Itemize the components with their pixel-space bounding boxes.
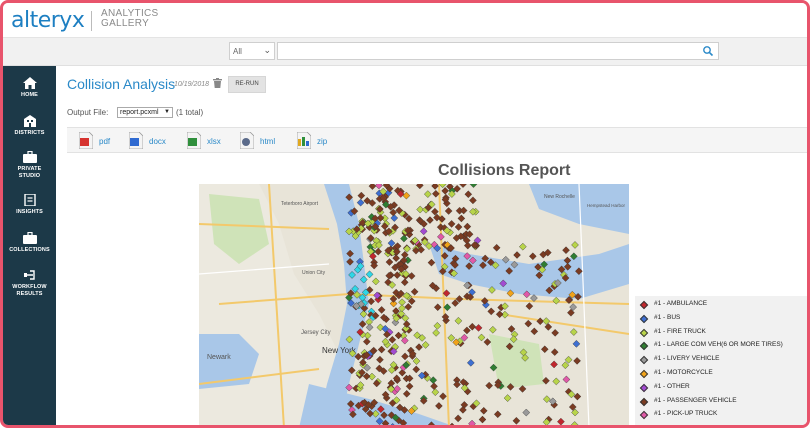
sidebar-item-private-studio[interactable]: PRIVATE STUDIO <box>3 151 56 180</box>
gallery-wordmark: ANALYTICS GALLERY <box>101 9 159 29</box>
download-label: xlsx <box>207 137 221 146</box>
download-html[interactable]: html <box>240 132 288 150</box>
search-icon[interactable] <box>702 45 714 57</box>
legend-label: #1 - PASSENGER VEHICLE <box>654 396 737 404</box>
collision-map[interactable]: Teterboro Airport Union City Jersey City… <box>199 184 629 425</box>
legend-swatch <box>639 342 649 351</box>
search-bar: All ⌄ <box>3 38 807 66</box>
app-window: alteryx ANALYTICS GALLERY All ⌄ HOME DIS… <box>0 0 810 428</box>
pdf-file-icon <box>79 132 93 149</box>
download-label: docx <box>149 137 166 146</box>
sidebar-item-label: HOME <box>21 92 38 98</box>
legend-swatch <box>639 355 649 365</box>
sidebar-item-collections[interactable]: COLLECTIONS <box>3 232 56 254</box>
output-file-label: Output File: <box>67 108 109 117</box>
output-count: (1 total) <box>176 108 204 117</box>
sidebar: HOME DISTRICTS PRIVATE STUDIO INSIGHTS C… <box>3 66 56 425</box>
map-label-newark: Newark <box>207 354 231 361</box>
legend-label: #1 - PICK-UP TRUCK <box>654 410 718 418</box>
search-scope-value: All <box>233 47 242 56</box>
legend-swatch <box>639 300 649 310</box>
legend-label: #1 - FIRE TRUCK <box>654 327 706 335</box>
output-file-value: report.pcxml <box>120 109 159 116</box>
sidebar-item-label-line1: PRIVATE <box>17 166 42 172</box>
logo-divider <box>91 11 92 31</box>
home-icon <box>22 77 37 89</box>
sidebar-item-insights[interactable]: INSIGHTS <box>3 194 56 216</box>
insights-icon <box>23 194 36 206</box>
map-label-new-rochelle: New Rochelle <box>544 194 575 200</box>
docx-file-icon <box>129 132 143 149</box>
map-label-airport: Teterboro Airport <box>281 201 319 207</box>
sidebar-item-home[interactable]: HOME <box>3 77 56 99</box>
briefcase-icon <box>22 232 37 244</box>
download-docx[interactable]: docx <box>129 132 179 150</box>
download-label: pdf <box>99 137 111 146</box>
trash-icon[interactable] <box>213 78 222 88</box>
html-file-icon <box>240 132 254 149</box>
briefcase-icon <box>22 151 37 163</box>
sidebar-item-label-line2: STUDIO <box>18 173 41 179</box>
map-canvas: Teterboro Airport Union City Jersey City… <box>199 184 629 425</box>
report-title: Collisions Report <box>438 162 571 179</box>
run-date: 10/19/2018 <box>174 81 210 88</box>
gallery-wordmark-line2: GALLERY <box>101 18 150 29</box>
download-xlsx[interactable]: xlsx <box>187 132 233 150</box>
sidebar-item-workflow-results[interactable]: WORKFLOW RESULTS <box>3 269 56 298</box>
sidebar-item-label-line1: WORKFLOW <box>12 284 47 290</box>
legend-label: #1 - BUS <box>654 313 681 321</box>
output-file-select[interactable]: report.pcxml ▼ <box>117 107 173 118</box>
chevron-down-icon: ▼ <box>164 109 170 115</box>
legend-label: #1 - LARGE COM VEH(6 OR MORE TIRES) <box>654 341 783 349</box>
legend-swatch <box>639 397 649 406</box>
map-label-union-city: Union City <box>302 270 326 276</box>
map-legend: #1 - AMBULANCE #1 - BUS #1 - FIRE TRUCK #1 … <box>635 296 807 425</box>
download-label: html <box>260 137 276 146</box>
download-bar: pdf docx xlsx html zip <box>67 127 807 153</box>
page-title: Collision Analysis <box>67 76 176 92</box>
top-header: alteryx ANALYTICS GALLERY <box>3 3 807 38</box>
xlsx-file-icon <box>187 132 201 149</box>
sidebar-item-districts[interactable]: DISTRICTS <box>3 115 56 137</box>
download-label: zip <box>317 137 328 146</box>
legend-label: #1 - MOTORCYCLE <box>654 369 713 376</box>
workflow-icon <box>23 270 35 280</box>
building-icon <box>23 115 36 127</box>
search-input[interactable] <box>277 42 719 60</box>
chevron-down-icon: ⌄ <box>263 45 271 55</box>
zip-file-icon <box>297 132 311 149</box>
sidebar-item-label: INSIGHTS <box>16 209 43 215</box>
search-scope-select[interactable]: All ⌄ <box>229 42 275 60</box>
rerun-button[interactable]: RE-RUN <box>228 76 266 93</box>
map-label-hempstead: Hempstead Harbor <box>587 203 626 208</box>
legend-label: #1 - OTHER <box>654 382 690 390</box>
legend-swatch <box>639 328 649 337</box>
legend-swatch <box>639 411 649 420</box>
legend-label: #1 - AMBULANCE <box>654 300 708 307</box>
legend-swatch <box>639 314 649 324</box>
alteryx-logo[interactable]: alteryx <box>11 8 85 33</box>
sidebar-item-label-line2: RESULTS <box>16 291 43 297</box>
legend-swatch <box>639 383 649 393</box>
map-label-jersey-city: Jersey City <box>301 330 331 336</box>
legend-swatch <box>639 369 649 379</box>
sidebar-item-label: COLLECTIONS <box>9 247 50 253</box>
download-pdf[interactable]: pdf <box>79 132 119 150</box>
legend-label: #1 - LIVERY VEHICLE <box>654 355 720 363</box>
sidebar-item-label: DISTRICTS <box>14 130 45 136</box>
download-zip[interactable]: zip <box>297 132 337 150</box>
